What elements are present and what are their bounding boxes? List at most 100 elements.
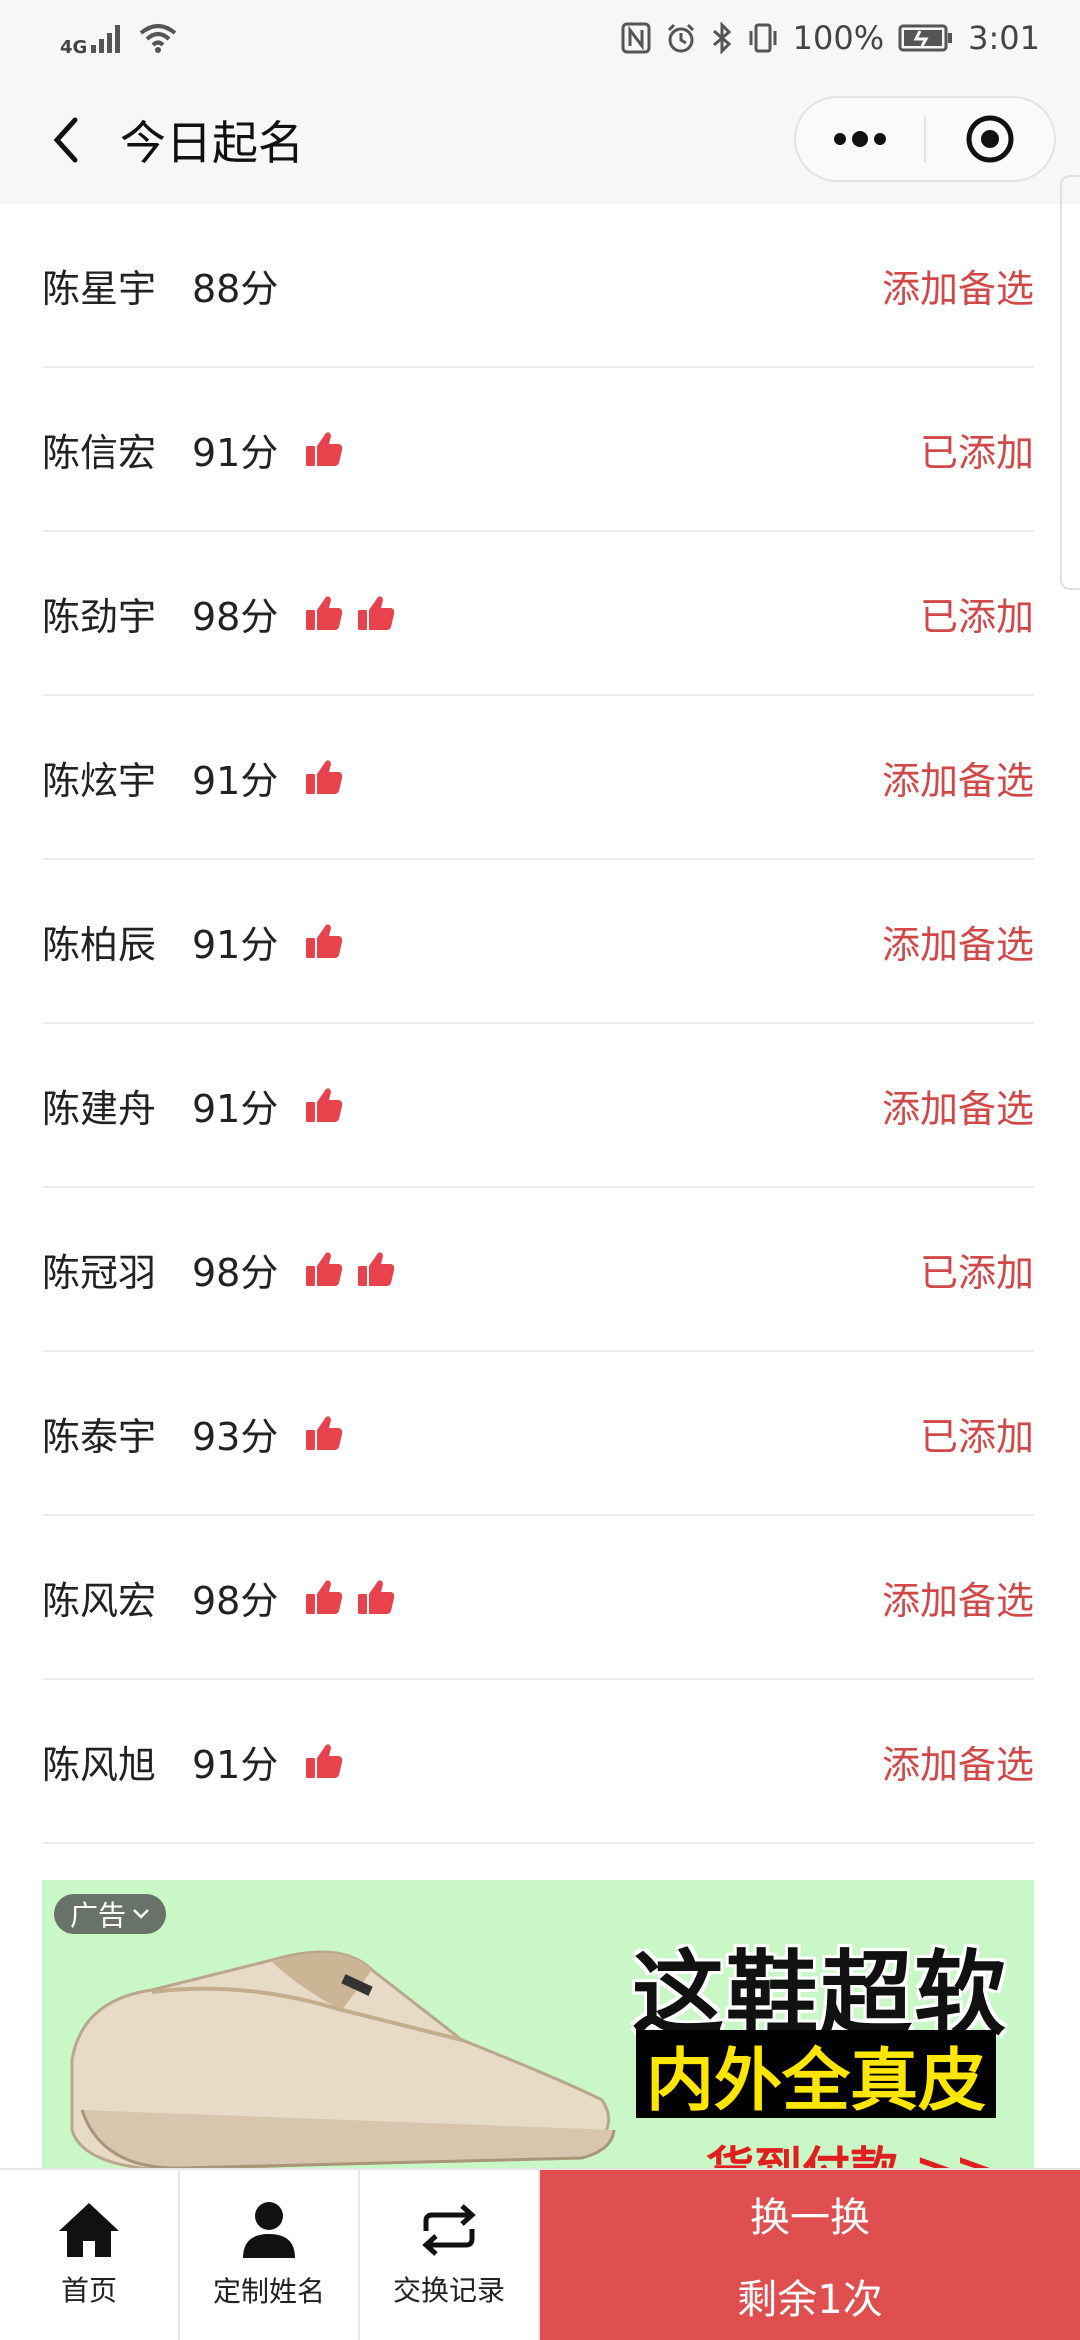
rating-thumbs	[304, 1577, 396, 1617]
clock: 3:01	[968, 19, 1040, 57]
thumbs-up-icon	[356, 1249, 396, 1289]
swap-button[interactable]: 换一换 剩余1次	[540, 2170, 1080, 2340]
vibrate-icon	[749, 23, 777, 53]
thumbs-up-icon	[304, 1577, 344, 1617]
chevron-left-icon	[53, 117, 78, 163]
rating-thumbs	[304, 429, 344, 469]
page-title: 今日起名	[120, 116, 304, 170]
rating-thumbs	[304, 1249, 396, 1289]
thumbs-up-icon	[304, 593, 344, 633]
thumbs-up-icon	[304, 1085, 344, 1125]
name-row: 陈信宏 91分 已添加	[42, 368, 1034, 532]
name-row: 陈泰宇 93分 已添加	[42, 1352, 1034, 1516]
name-score: 93分	[192, 1414, 279, 1459]
add-candidate-button[interactable]: 添加备选	[882, 258, 1034, 313]
rating-thumbs	[304, 757, 344, 797]
rating-thumbs	[304, 593, 396, 633]
name-score: 98分	[192, 594, 279, 639]
name-row: 陈炫宇 91分 添加备选	[42, 696, 1034, 860]
name-row: 陈建舟 91分 添加备选	[42, 1024, 1034, 1188]
name-score: 91分	[192, 1742, 279, 1787]
candidate-name: 陈冠羽	[42, 1250, 157, 1295]
name-score: 91分	[192, 922, 279, 967]
rating-thumbs	[304, 1085, 344, 1125]
candidate-name: 陈信宏	[42, 430, 157, 475]
add-candidate-button[interactable]: 添加备选	[882, 914, 1034, 969]
bluetooth-icon	[712, 22, 731, 54]
candidate-name: 陈炫宇	[42, 758, 157, 803]
ad-badge[interactable]: 广告	[54, 1894, 167, 1934]
mini-program-capsule	[794, 96, 1056, 182]
alarm-icon	[667, 23, 694, 53]
ad-subhead: 内外全真皮	[645, 2041, 986, 2121]
rating-thumbs	[304, 921, 344, 961]
thumbs-up-icon	[356, 1577, 396, 1617]
target-circle-icon	[966, 115, 1014, 163]
rating-thumbs	[304, 1741, 344, 1781]
name-row: 陈劲宇 98分 已添加	[42, 532, 1034, 696]
add-candidate-button[interactable]: 添加备选	[882, 750, 1034, 805]
add-candidate-button[interactable]: 已添加	[920, 422, 1034, 477]
candidate-name: 陈柏辰	[42, 922, 157, 967]
name-score: 98分	[192, 1578, 279, 1623]
swap-remaining: 剩余1次	[737, 2277, 883, 2323]
thumbs-up-icon	[304, 429, 344, 469]
add-candidate-button[interactable]: 已添加	[920, 1242, 1034, 1297]
battery-percent: 100%	[792, 19, 885, 57]
add-candidate-button[interactable]: 添加备选	[882, 1570, 1034, 1625]
home-icon	[59, 2203, 119, 2257]
candidate-name: 陈建舟	[42, 1086, 157, 1131]
battery-icon	[898, 24, 953, 52]
name-score: 91分	[192, 1086, 279, 1131]
tab-custom-name-label: 定制姓名	[212, 2275, 325, 2308]
more-dots-icon	[834, 131, 886, 147]
name-row: 陈风旭 91分 添加备选	[42, 1680, 1034, 1844]
tab-home-label: 首页	[60, 2274, 117, 2307]
candidate-name: 陈星宇	[42, 266, 157, 311]
name-row: 陈柏辰 91分 添加备选	[42, 860, 1034, 1024]
add-candidate-button[interactable]: 已添加	[920, 1406, 1034, 1461]
thumbs-up-icon	[356, 593, 396, 633]
close-program-button[interactable]	[926, 98, 1054, 180]
name-score: 91分	[192, 430, 279, 475]
candidate-name: 陈泰宇	[42, 1414, 157, 1459]
status-bar: 4G 100% 3:01	[0, 0, 1080, 76]
thumbs-up-icon	[304, 1413, 344, 1453]
candidate-name: 陈风旭	[42, 1742, 157, 1787]
tab-swap-history[interactable]: 交换记录	[360, 2170, 540, 2340]
signal-icon	[91, 25, 121, 53]
tab-custom-name[interactable]: 定制姓名	[180, 2170, 360, 2340]
swap-button-label: 换一换	[750, 2195, 870, 2241]
thumbs-up-icon	[304, 1249, 344, 1289]
ad-banner[interactable]: 广告 这鞋超软 内外全真皮 货到付款 >>	[42, 1880, 1034, 2170]
add-candidate-button[interactable]: 添加备选	[882, 1078, 1034, 1133]
user-icon	[243, 2202, 295, 2258]
name-score: 91分	[192, 758, 279, 803]
tab-home[interactable]: 首页	[0, 2170, 180, 2340]
thumbs-up-icon	[304, 757, 344, 797]
scroll-indicator	[1060, 175, 1080, 590]
ad-cta: 货到付款 >>	[706, 2142, 996, 2170]
ad-badge-label: 广告	[70, 1899, 127, 1932]
name-score: 88分	[192, 266, 279, 311]
candidate-name: 陈风宏	[42, 1578, 157, 1623]
back-button[interactable]	[36, 110, 96, 170]
more-button[interactable]	[796, 98, 924, 180]
add-candidate-button[interactable]: 已添加	[920, 586, 1034, 641]
swap-arrows-icon	[422, 2204, 476, 2256]
bottom-tab-bar: 首页 定制姓名 交换记录 换一换 剩余1次	[0, 2168, 1080, 2340]
chevron-down-icon	[133, 1909, 149, 1919]
name-row: 陈冠羽 98分 已添加	[42, 1188, 1034, 1352]
rating-thumbs	[304, 1413, 344, 1453]
network-type: 4G	[60, 36, 88, 58]
name-row: 陈星宇 88分 添加备选	[42, 204, 1034, 368]
tab-swap-history-label: 交换记录	[392, 2274, 505, 2307]
candidate-name: 陈劲宇	[42, 594, 157, 639]
thumbs-up-icon	[304, 1741, 344, 1781]
nav-bar: 今日起名	[0, 76, 1080, 204]
name-row: 陈风宏 98分 添加备选	[42, 1516, 1034, 1680]
name-list: 陈星宇 88分 添加备选 陈信宏 91分 已添加 陈劲宇 98分 已添加 陈炫宇 91分 添加备选 陈柏…	[42, 204, 1034, 1844]
ad-subhead-box: 内外全真皮	[636, 2030, 996, 2121]
nfc-icon	[621, 22, 651, 54]
add-candidate-button[interactable]: 添加备选	[882, 1734, 1034, 1789]
